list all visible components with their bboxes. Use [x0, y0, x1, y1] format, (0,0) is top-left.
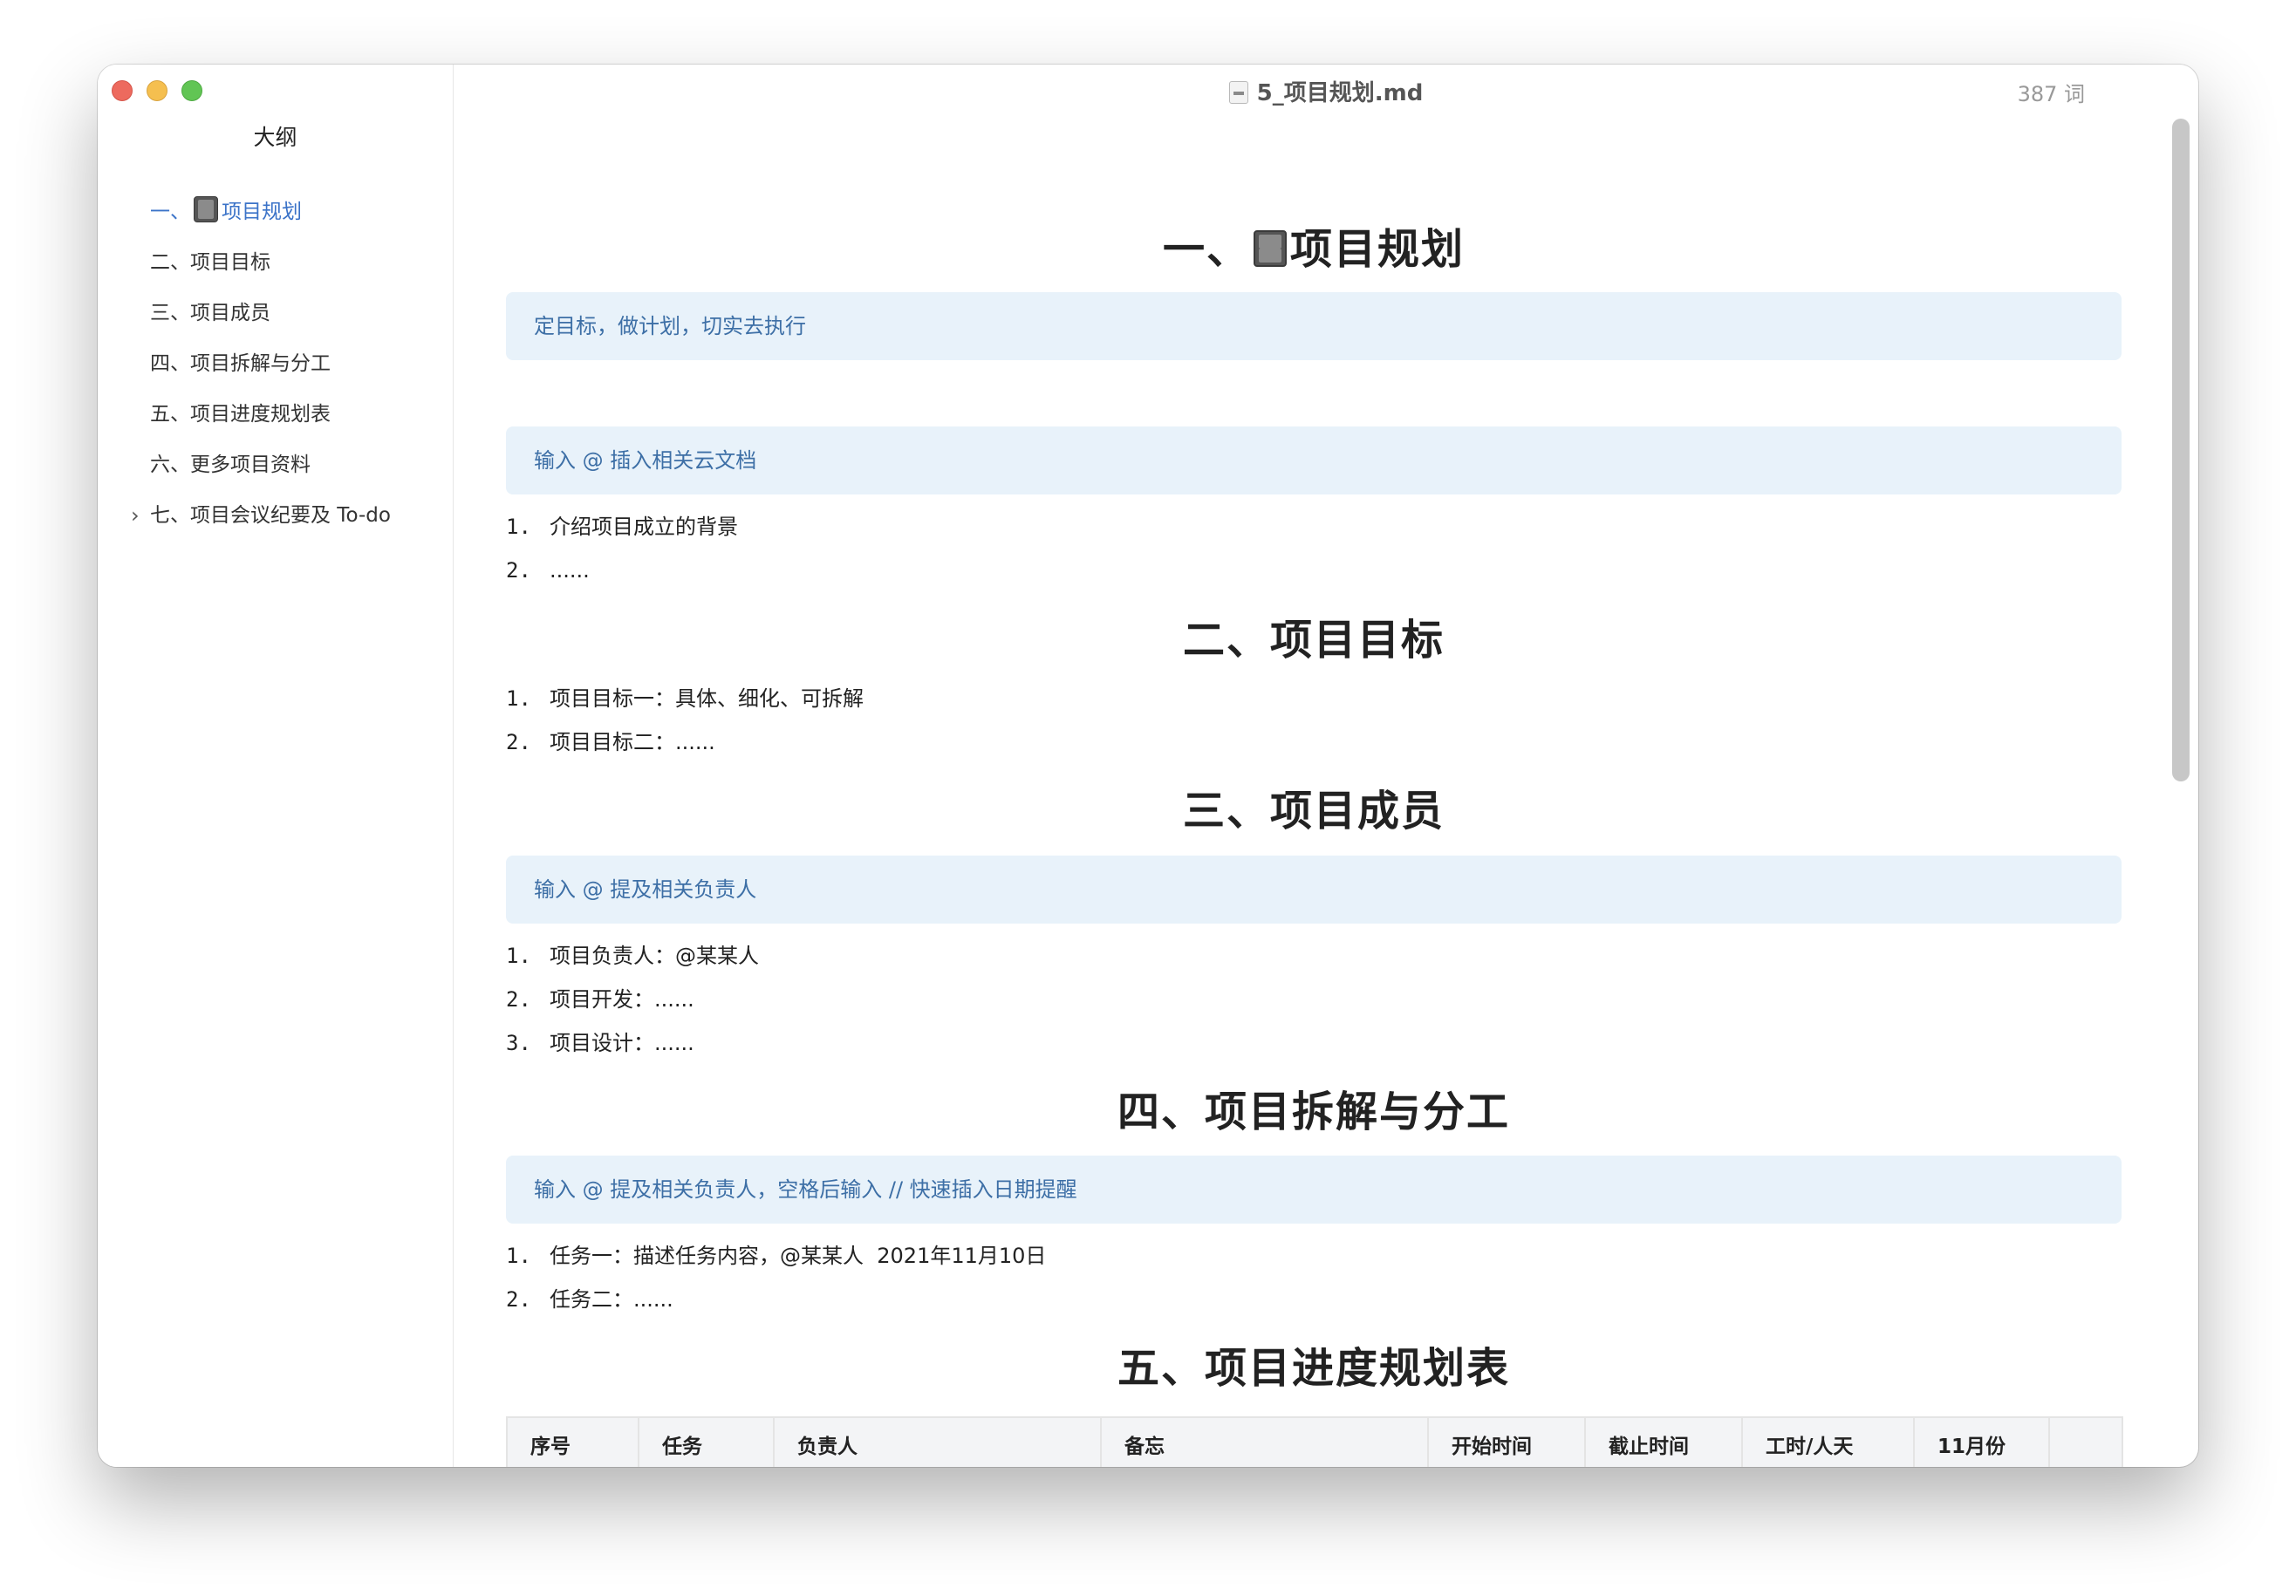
heading-text: 项目规划 [1290, 225, 1466, 274]
outline-item-label: 六、更多项目资料 [150, 454, 311, 476]
minimize-window-button[interactable] [147, 80, 167, 101]
outline-item-task-breakdown[interactable]: 四、项目拆解与分工 [98, 338, 453, 389]
table-header-cell[interactable]: 工时/人天 [1741, 1416, 1915, 1467]
close-window-button[interactable] [112, 80, 133, 101]
list-item: 1. 任务一：描述任务内容，@某某人 2021年11月10日 [506, 1234, 1046, 1278]
list-text: 项目开发：...... [550, 987, 694, 1012]
outline-item-label: 项目规划 [222, 201, 302, 223]
list-item: 1. 介绍项目成立的背景 [506, 505, 738, 549]
list-item: 1. 项目负责人：@某某人 [506, 934, 759, 978]
list-text: 任务一：描述任务内容，@某某人 2021年11月10日 [550, 1244, 1047, 1268]
list-number: 1. [506, 1244, 531, 1268]
list-text: 项目负责人：@某某人 [550, 944, 759, 968]
outline-item-schedule-table[interactable]: 五、项目进度规划表 [98, 389, 453, 440]
list-number: 3. [506, 1031, 531, 1055]
outline-sidebar: 大纲 一、 项目规划 二、项目目标 三、项目成员 四、项目拆解与分工 五、项目进度… [98, 65, 454, 1467]
outline-item-project-goals[interactable]: 二、项目目标 [98, 237, 453, 288]
title-bar: 5_项目规划.md 387 词 [454, 65, 2198, 117]
schedule-table[interactable]: 序号 任务 负责人 备忘 开始时间 截止时间 工时/人天 11月份 1 2 [506, 1416, 2123, 1467]
list-text: 项目目标二：...... [550, 730, 715, 754]
list-text: ...... [550, 558, 590, 583]
list-item: 2. 项目开发：...... [506, 978, 759, 1021]
outline-item-label: 五、项目进度规划表 [150, 403, 331, 426]
chevron-right-icon[interactable]: › [131, 490, 140, 541]
maximize-window-button[interactable] [181, 80, 202, 101]
list-item: 2....... [506, 549, 738, 592]
outline-item-label: 三、项目成员 [150, 302, 270, 324]
list-text: 任务二：...... [550, 1287, 673, 1312]
callout-mention-owner: 输入 @ 提及相关负责人 [506, 856, 2122, 924]
outline-item-label: 四、项目拆解与分工 [150, 352, 331, 375]
heading-project-members: 三、项目成员 [1182, 787, 1445, 836]
table-header-cell[interactable]: 截止时间 [1584, 1416, 1743, 1467]
list-number: 1. [506, 944, 531, 968]
list-number: 2. [506, 558, 531, 583]
scrollbar-thumb[interactable] [2172, 119, 2190, 781]
window-controls [112, 80, 202, 101]
callout-insert-doc: 输入 @ 插入相关云文档 [506, 426, 2122, 494]
table-header-cell[interactable]: 11月份 [1913, 1416, 2050, 1467]
table-header-cell[interactable]: 负责人 [773, 1416, 1102, 1467]
file-cabinet-icon [194, 196, 218, 222]
callout-date-reminder: 输入 @ 提及相关负责人，空格后输入 // 快速插入日期提醒 [506, 1156, 2122, 1224]
background-list: 1. 介绍项目成立的背景 2....... [506, 505, 738, 592]
outline-item-label: 一、 [150, 201, 190, 223]
sidebar-title: 大纲 [253, 125, 297, 150]
list-item: 2. 项目目标二：...... [506, 720, 864, 764]
outline-item-label: 七、项目会议纪要及 To-do [150, 504, 391, 527]
heading-project-plan: 一、 项目规划 [506, 215, 2122, 276]
list-text: 项目目标一：具体、细化、可拆解 [550, 686, 864, 711]
table-header-cell[interactable]: 开始时间 [1427, 1416, 1586, 1467]
table-header-row: 序号 任务 负责人 备忘 开始时间 截止时间 工时/人天 11月份 [506, 1416, 2123, 1467]
table-header-cell[interactable]: 序号 [506, 1416, 639, 1467]
list-number: 2. [506, 987, 531, 1012]
list-item: 1. 项目目标一：具体、细化、可拆解 [506, 677, 864, 720]
outline-item-project-plan[interactable]: 一、 项目规划 [98, 187, 453, 237]
heading-task-breakdown: 四、项目拆解与分工 [1117, 1088, 1510, 1136]
list-number: 1. [506, 686, 531, 711]
filename-label: 5_项目规划.md [1256, 80, 1424, 106]
outline-list: 一、 项目规划 二、项目目标 三、项目成员 四、项目拆解与分工 五、项目进度规划表… [98, 187, 453, 541]
outline-item-meeting-notes[interactable]: › 七、项目会议纪要及 To-do [98, 490, 453, 541]
markdown-file-icon [1228, 81, 1248, 104]
callout-goal: 定目标，做计划，切实去执行 [506, 292, 2122, 360]
list-item: 2. 任务二：...... [506, 1278, 1046, 1321]
heading-project-goals: 二、项目目标 [1182, 616, 1445, 665]
list-number: 2. [506, 1287, 531, 1312]
heading-schedule-table: 五、项目进度规划表 [1117, 1344, 1510, 1393]
table-header-cell[interactable]: 备忘 [1100, 1416, 1429, 1467]
file-cabinet-icon [1254, 230, 1287, 267]
tasks-list: 1. 任务一：描述任务内容，@某某人 2021年11月10日 2. 任务二：....… [506, 1234, 1046, 1321]
word-count: 387 词 [2017, 82, 2085, 106]
list-text: 介绍项目成立的背景 [550, 515, 738, 539]
table-header-cell[interactable]: 任务 [638, 1416, 775, 1467]
list-number: 1. [506, 515, 531, 539]
document-title: 5_项目规划.md [454, 75, 2198, 107]
members-list: 1. 项目负责人：@某某人 2. 项目开发：...... 3. 项目设计：...... [506, 934, 759, 1065]
table-header-cell[interactable] [2048, 1416, 2123, 1467]
vertical-scrollbar[interactable] [2172, 119, 2190, 1453]
outline-item-more-materials[interactable]: 六、更多项目资料 [98, 440, 453, 490]
list-item: 3. 项目设计：...... [506, 1021, 759, 1065]
heading-prefix: 一、 [1162, 225, 1250, 274]
list-number: 2. [506, 730, 531, 754]
outline-item-project-members[interactable]: 三、项目成员 [98, 288, 453, 338]
outline-item-label: 二、项目目标 [150, 251, 270, 274]
app-window: 大纲 一、 项目规划 二、项目目标 三、项目成员 四、项目拆解与分工 五、项目进度… [98, 65, 2198, 1467]
list-text: 项目设计：...... [550, 1031, 694, 1055]
goals-list: 1. 项目目标一：具体、细化、可拆解 2. 项目目标二：...... [506, 677, 864, 764]
